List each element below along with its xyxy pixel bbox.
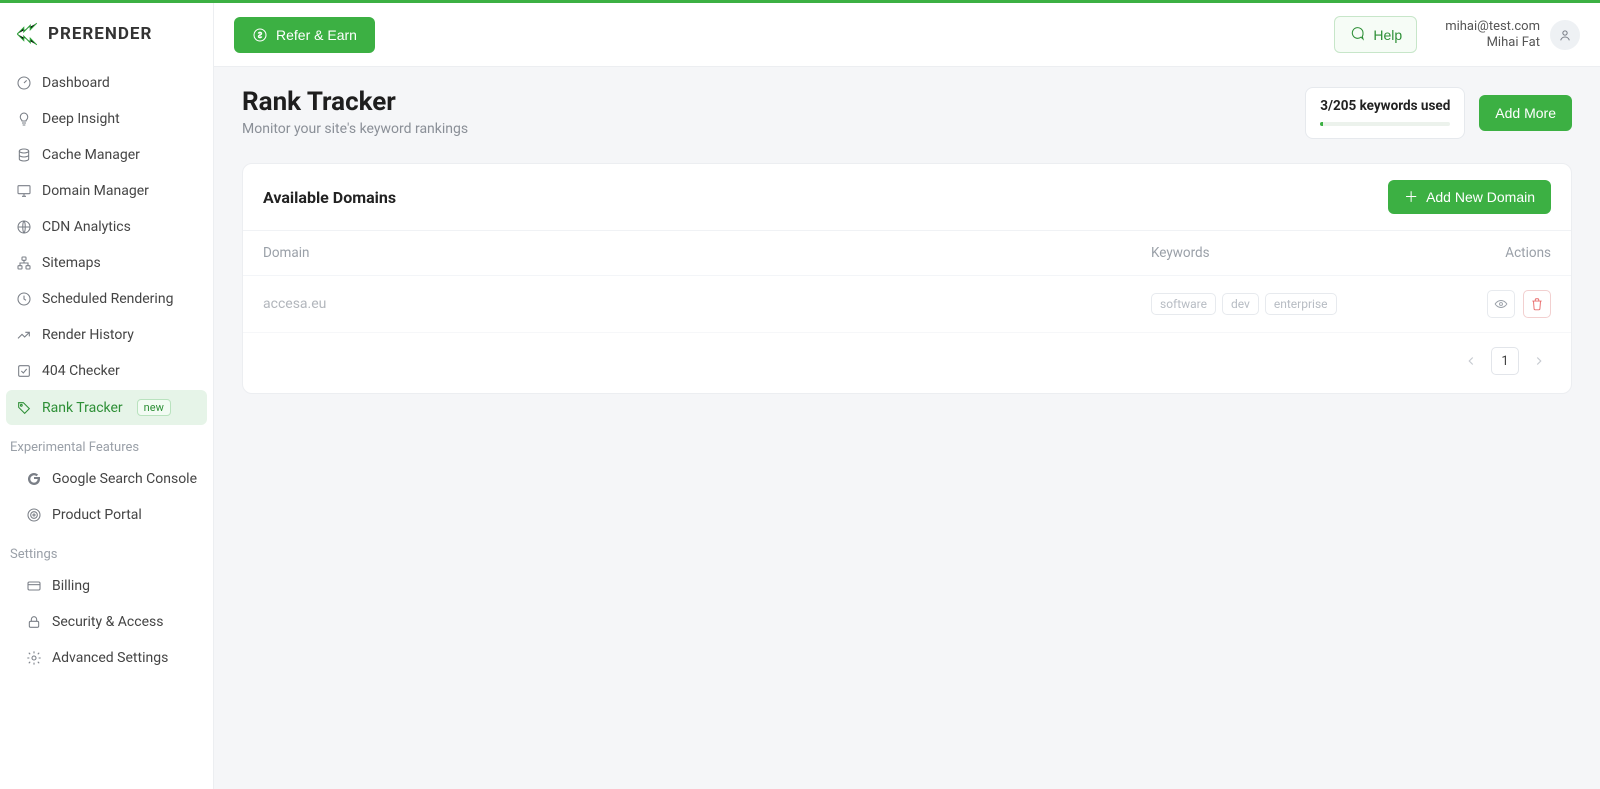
sidebar-item-cache-manager[interactable]: Cache Manager (6, 138, 207, 172)
bulb-icon (16, 111, 32, 127)
sidebar-item-advanced-settings[interactable]: Advanced Settings (6, 641, 207, 675)
sidebar-item-label: Google Search Console (52, 471, 197, 487)
panel-title: Available Domains (263, 188, 396, 207)
gear-icon (26, 650, 42, 666)
sidebar-item-label: Dashboard (42, 75, 110, 91)
sidebar-group-label: Experimental Features (0, 426, 213, 461)
sidebar-item-sitemaps[interactable]: Sitemaps (6, 246, 207, 280)
sidebar-item-scheduled-rendering[interactable]: Scheduled Rendering (6, 282, 207, 316)
sidebar-item-label: Render History (42, 327, 134, 343)
sitemap-icon (16, 255, 32, 271)
tag-icon (16, 400, 32, 416)
sidebar-item-security-access[interactable]: Security & Access (6, 605, 207, 639)
pagination-next[interactable] (1527, 347, 1551, 375)
keyword-pill: enterprise (1265, 293, 1337, 315)
keywords-cell: software dev enterprise (1151, 293, 1391, 315)
keyword-pill: dev (1222, 293, 1259, 315)
sidebar-item-deep-insight[interactable]: Deep Insight (6, 102, 207, 136)
sidebar-item-render-history[interactable]: Render History (6, 318, 207, 352)
pagination: 1 (243, 333, 1571, 393)
card-icon (26, 578, 42, 594)
sidebar-item-label: Domain Manager (42, 183, 149, 199)
sidebar: PRERENDER Dashboard Deep Insight Cache Man… (0, 3, 214, 789)
sidebar-item-label: Sitemaps (42, 255, 101, 271)
globe-icon (16, 219, 32, 235)
sidebar-item-rank-tracker[interactable]: Rank Tracker new (6, 390, 207, 425)
gauge-icon (16, 75, 32, 91)
available-domains-panel: Available Domains ＋ Add New Domain Domai… (242, 163, 1572, 394)
brand-name: PRERENDER (48, 24, 152, 44)
user-email: mihai@test.com (1445, 19, 1540, 35)
clock-icon (16, 291, 32, 307)
help-button[interactable]: Help (1334, 16, 1417, 53)
refer-earn-button[interactable]: Refer & Earn (234, 17, 375, 53)
google-icon (26, 471, 42, 487)
sidebar-item-label: Deep Insight (42, 111, 120, 127)
database-icon (16, 147, 32, 163)
plus-icon: ＋ (1404, 190, 1418, 204)
column-header-keywords: Keywords (1151, 245, 1391, 261)
dollar-circle-icon (252, 27, 268, 43)
column-header-actions: Actions (1505, 245, 1551, 261)
check-square-icon (16, 363, 32, 379)
sidebar-item-label: 404 Checker (42, 363, 120, 379)
sidebar-item-label: Product Portal (52, 507, 142, 523)
keywords-usage-label: 3/205 keywords used (1320, 98, 1450, 114)
keyword-pill: software (1151, 293, 1216, 315)
keywords-usage-box: 3/205 keywords used (1305, 87, 1465, 139)
user-name: Mihai Fat (1487, 35, 1540, 51)
add-more-button[interactable]: Add More (1479, 95, 1572, 131)
pagination-current[interactable]: 1 (1491, 347, 1519, 375)
lock-icon (26, 614, 42, 630)
target-icon (26, 507, 42, 523)
badge-new: new (137, 399, 171, 416)
topbar: Refer & Earn Help mihai@test.com Mihai F… (214, 3, 1600, 67)
sidebar-item-label: Security & Access (52, 614, 163, 630)
sidebar-item-cdn-analytics[interactable]: CDN Analytics (6, 210, 207, 244)
brand-logo[interactable]: PRERENDER (0, 17, 213, 65)
sidebar-item-label: CDN Analytics (42, 219, 131, 235)
help-label: Help (1373, 27, 1402, 43)
sidebar-item-label: Scheduled Rendering (42, 291, 173, 307)
sidebar-item-404-checker[interactable]: 404 Checker (6, 354, 207, 388)
add-new-domain-label: Add New Domain (1426, 189, 1535, 205)
view-domain-button[interactable] (1487, 290, 1515, 318)
trend-icon (16, 327, 32, 343)
sidebar-item-label: Billing (52, 578, 90, 594)
domain-cell[interactable]: accesa.eu (263, 296, 1151, 312)
add-new-domain-button[interactable]: ＋ Add New Domain (1388, 180, 1551, 214)
sidebar-item-label: Rank Tracker (42, 400, 123, 416)
actions-cell (1487, 290, 1551, 318)
sidebar-item-label: Advanced Settings (52, 650, 168, 666)
page-title: Rank Tracker (242, 87, 468, 117)
chat-icon (1349, 25, 1365, 44)
refer-earn-label: Refer & Earn (276, 27, 357, 43)
keywords-usage-bar (1320, 122, 1450, 126)
sidebar-item-domain-manager[interactable]: Domain Manager (6, 174, 207, 208)
column-header-domain: Domain (263, 245, 1151, 261)
avatar-icon (1550, 20, 1580, 50)
monitor-icon (16, 183, 32, 199)
sidebar-item-label: Cache Manager (42, 147, 140, 163)
user-menu[interactable]: mihai@test.com Mihai Fat (1433, 19, 1580, 50)
sidebar-group-label: Settings (0, 533, 213, 568)
pagination-prev[interactable] (1459, 347, 1483, 375)
sidebar-item-google-search-console[interactable]: Google Search Console (6, 462, 207, 496)
sidebar-item-product-portal[interactable]: Product Portal (6, 498, 207, 532)
sidebar-item-dashboard[interactable]: Dashboard (6, 66, 207, 100)
brand-mark-icon (14, 21, 40, 47)
delete-domain-button[interactable] (1523, 290, 1551, 318)
page-subtitle: Monitor your site's keyword rankings (242, 121, 468, 137)
sidebar-item-billing[interactable]: Billing (6, 569, 207, 603)
table-row: accesa.eusoftware dev enterprise (243, 276, 1571, 333)
